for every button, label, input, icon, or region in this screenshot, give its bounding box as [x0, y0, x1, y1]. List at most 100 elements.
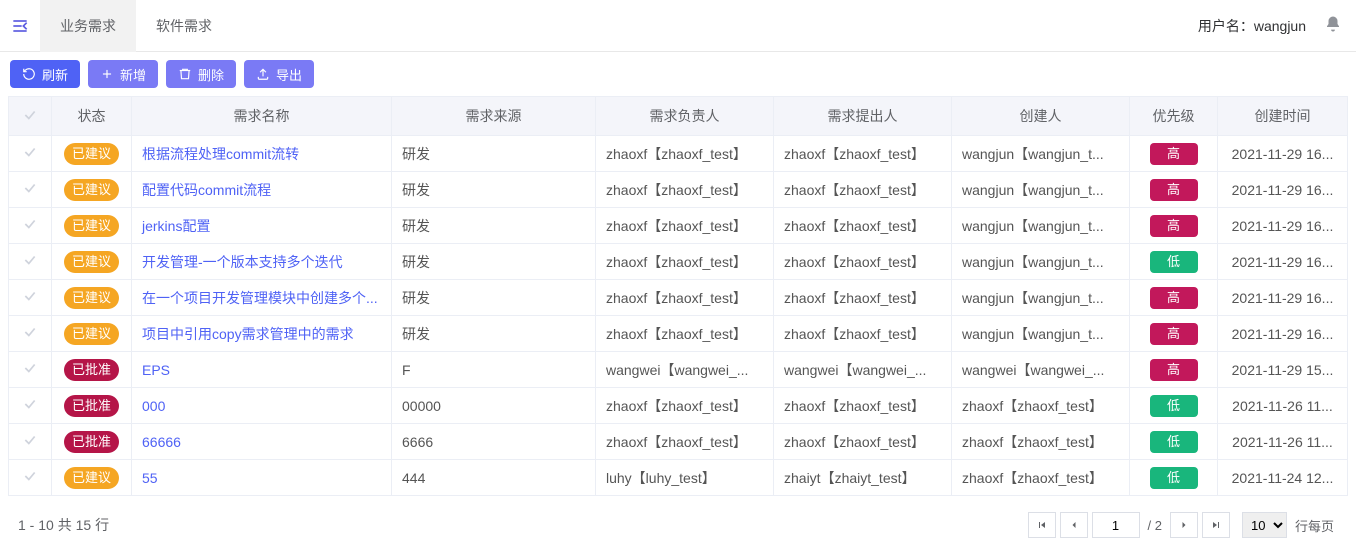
- col-proposer[interactable]: 需求提出人: [774, 96, 952, 136]
- row-checkbox[interactable]: [8, 460, 52, 496]
- cell-source: 6666: [392, 424, 596, 460]
- next-page-button[interactable]: [1170, 512, 1198, 538]
- tab-software-req[interactable]: 软件需求: [136, 0, 232, 52]
- add-button[interactable]: 新增: [88, 60, 158, 88]
- table-row[interactable]: 已建议jerkins配置研发zhaoxf【zhaoxf_test】zhaoxf【…: [8, 208, 1348, 244]
- cell-status: 已建议: [52, 208, 132, 244]
- row-checkbox[interactable]: [8, 388, 52, 424]
- priority-badge: 高: [1150, 359, 1198, 381]
- priority-badge: 高: [1150, 215, 1198, 237]
- username-display: 用户名：wangjun: [1198, 16, 1306, 36]
- table-row[interactable]: 已批准EPSFwangwei【wangwei_...wangwei【wangwe…: [8, 352, 1348, 388]
- export-button[interactable]: 导出: [244, 60, 314, 88]
- table-row[interactable]: 已批准00000000zhaoxf【zhaoxf_test】zhaoxf【zha…: [8, 388, 1348, 424]
- cell-priority: 高: [1130, 208, 1218, 244]
- req-name-link[interactable]: EPS: [142, 362, 170, 378]
- req-name-link[interactable]: 55: [142, 470, 158, 486]
- table-row[interactable]: 已建议在一个项目开发管理模块中创建多个...研发zhaoxf【zhaoxf_te…: [8, 280, 1348, 316]
- table-row[interactable]: 已建议配置代码commit流程研发zhaoxf【zhaoxf_test】zhao…: [8, 172, 1348, 208]
- cell-proposer: zhaoxf【zhaoxf_test】: [774, 208, 952, 244]
- cell-proposer: zhaoxf【zhaoxf_test】: [774, 388, 952, 424]
- cell-creator: zhaoxf【zhaoxf_test】: [952, 424, 1130, 460]
- cell-creator: wangjun【wangjun_t...: [952, 172, 1130, 208]
- cell-source: 研发: [392, 136, 596, 172]
- cell-priority: 高: [1130, 352, 1218, 388]
- delete-button[interactable]: 删除: [166, 60, 236, 88]
- cell-name: 开发管理-一个版本支持多个迭代: [132, 244, 392, 280]
- cell-proposer: zhaoxf【zhaoxf_test】: [774, 424, 952, 460]
- app-header: 业务需求 软件需求 用户名：wangjun: [0, 0, 1356, 52]
- cell-created: 2021-11-29 15...: [1218, 352, 1348, 388]
- cell-priority: 高: [1130, 136, 1218, 172]
- status-badge: 已建议: [64, 287, 119, 309]
- req-name-link[interactable]: 在一个项目开发管理模块中创建多个...: [142, 290, 378, 306]
- cell-creator: wangjun【wangjun_t...: [952, 244, 1130, 280]
- cell-creator: wangjun【wangjun_t...: [952, 316, 1130, 352]
- cell-status: 已批准: [52, 388, 132, 424]
- check-icon: [23, 469, 37, 483]
- cell-creator: zhaoxf【zhaoxf_test】: [952, 388, 1130, 424]
- trash-icon: [178, 67, 192, 81]
- last-page-icon: [1210, 519, 1222, 531]
- menu-toggle[interactable]: [0, 0, 40, 52]
- priority-badge: 高: [1150, 143, 1198, 165]
- prev-page-button[interactable]: [1060, 512, 1088, 538]
- cell-proposer: zhaoxf【zhaoxf_test】: [774, 172, 952, 208]
- cell-priority: 低: [1130, 388, 1218, 424]
- priority-badge: 低: [1150, 395, 1198, 417]
- row-checkbox[interactable]: [8, 352, 52, 388]
- page-size-select[interactable]: 10: [1242, 512, 1287, 538]
- cell-name: EPS: [132, 352, 392, 388]
- cell-name: 配置代码commit流程: [132, 172, 392, 208]
- pagination-controls: / 2 10 行每页: [1028, 512, 1338, 538]
- col-owner[interactable]: 需求负责人: [596, 96, 774, 136]
- col-priority[interactable]: 优先级: [1130, 96, 1218, 136]
- upload-icon: [256, 67, 270, 81]
- page-input[interactable]: [1092, 512, 1140, 538]
- refresh-button[interactable]: 刷新: [10, 60, 80, 88]
- row-checkbox[interactable]: [8, 172, 52, 208]
- req-name-link[interactable]: 000: [142, 398, 165, 414]
- col-name[interactable]: 需求名称: [132, 96, 392, 136]
- req-name-link[interactable]: jerkins配置: [142, 218, 210, 234]
- row-checkbox[interactable]: [8, 244, 52, 280]
- req-name-link[interactable]: 项目中引用copy需求管理中的需求: [142, 326, 354, 342]
- col-source[interactable]: 需求来源: [392, 96, 596, 136]
- notifications-button[interactable]: [1324, 15, 1342, 36]
- table-row[interactable]: 已建议55444luhy【luhy_test】zhaiyt【zhaiyt_tes…: [8, 460, 1348, 496]
- cell-name: 项目中引用copy需求管理中的需求: [132, 316, 392, 352]
- user-area: 用户名：wangjun: [1198, 15, 1342, 36]
- data-table-wrap: 状态 需求名称 需求来源 需求负责人 需求提出人 创建人 优先级 创建时间 已建…: [0, 96, 1356, 496]
- table-row[interactable]: 已建议开发管理-一个版本支持多个迭代研发zhaoxf【zhaoxf_test】z…: [8, 244, 1348, 280]
- last-page-button[interactable]: [1202, 512, 1230, 538]
- req-name-link[interactable]: 开发管理-一个版本支持多个迭代: [142, 254, 343, 270]
- cell-owner: zhaoxf【zhaoxf_test】: [596, 424, 774, 460]
- row-checkbox[interactable]: [8, 424, 52, 460]
- row-checkbox[interactable]: [8, 280, 52, 316]
- req-name-link[interactable]: 66666: [142, 434, 181, 450]
- cell-source: 研发: [392, 244, 596, 280]
- tabs: 业务需求 软件需求: [40, 0, 232, 52]
- first-page-button[interactable]: [1028, 512, 1056, 538]
- cell-priority: 低: [1130, 244, 1218, 280]
- cell-name: 根据流程处理commit流转: [132, 136, 392, 172]
- table-row[interactable]: 已建议根据流程处理commit流转研发zhaoxf【zhaoxf_test】zh…: [8, 136, 1348, 172]
- row-checkbox[interactable]: [8, 316, 52, 352]
- col-creator[interactable]: 创建人: [952, 96, 1130, 136]
- tab-business-req[interactable]: 业务需求: [40, 0, 136, 52]
- col-status[interactable]: 状态: [52, 96, 132, 136]
- cell-proposer: zhaoxf【zhaoxf_test】: [774, 244, 952, 280]
- col-created[interactable]: 创建时间: [1218, 96, 1348, 136]
- cell-name: 66666: [132, 424, 392, 460]
- status-badge: 已批准: [64, 395, 119, 417]
- cell-source: 研发: [392, 316, 596, 352]
- req-name-link[interactable]: 根据流程处理commit流转: [142, 146, 299, 162]
- req-name-link[interactable]: 配置代码commit流程: [142, 182, 271, 198]
- table-row[interactable]: 已批准666666666zhaoxf【zhaoxf_test】zhaoxf【zh…: [8, 424, 1348, 460]
- cell-created: 2021-11-29 16...: [1218, 136, 1348, 172]
- row-checkbox[interactable]: [8, 208, 52, 244]
- col-checkbox[interactable]: [8, 96, 52, 136]
- table-row[interactable]: 已建议项目中引用copy需求管理中的需求研发zhaoxf【zhaoxf_test…: [8, 316, 1348, 352]
- check-icon: [23, 145, 37, 159]
- row-checkbox[interactable]: [8, 136, 52, 172]
